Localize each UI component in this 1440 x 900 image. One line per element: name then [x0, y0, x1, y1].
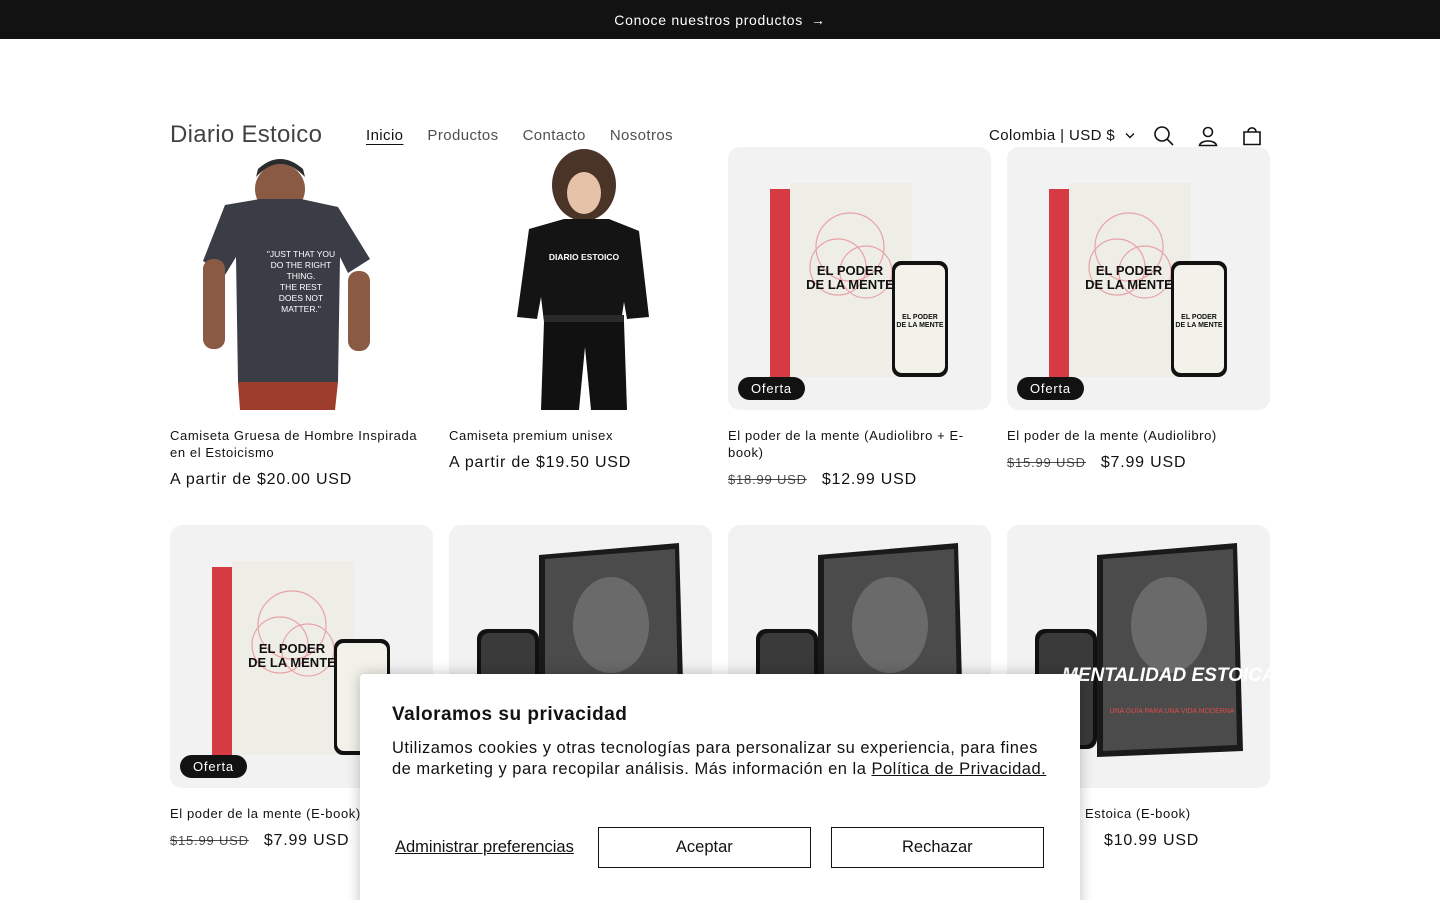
sale-price: $10.99 USD	[1104, 832, 1200, 849]
book-red-image: EL PODER DE LA MENTE EL PODER DE LA MENT…	[1049, 183, 1227, 377]
product-title[interactable]: El poder de la mente (Audiolibro)	[1007, 427, 1270, 444]
nav-link-nosotros[interactable]: Nosotros	[598, 127, 685, 145]
product-card[interactable]: DIARIO ESTOICO Camiseta premium unisex A…	[449, 147, 712, 472]
product-price: $15.99 USD $7.99 USD	[1007, 454, 1270, 472]
svg-text:DOES NOT: DOES NOT	[279, 293, 323, 303]
man-tshirt-image: "JUST THAT YOU DO THE RIGHT THING. THE R…	[203, 159, 370, 410]
svg-text:MATTER.": MATTER."	[281, 304, 321, 314]
site-header: Diario Estoico Inicio Productos Contacto…	[0, 39, 1440, 149]
sale-price: $12.99 USD	[821, 471, 917, 488]
manage-preferences-button[interactable]: Administrar preferencias	[392, 838, 577, 857]
svg-text:EL PODER: EL PODER	[817, 263, 884, 278]
product-image[interactable]: EL PODER DE LA MENTE EL PODER DE LA MENT…	[1007, 147, 1270, 410]
privacy-policy-link[interactable]: Política de Privacidad.	[871, 760, 1046, 778]
book-dark-title: MENTALIDAD ESTOICA:	[1062, 665, 1270, 686]
sale-price: $7.99 USD	[263, 832, 350, 849]
product-card[interactable]: EL PODER DE LA MENTE EL PODER DE LA MENT…	[1007, 147, 1270, 472]
product-title[interactable]: El poder de la mente (Audiolibro + E-boo…	[728, 427, 991, 461]
compare-at-price: $15.99 USD	[1007, 455, 1086, 470]
svg-text:"JUST THAT YOU: "JUST THAT YOU	[267, 249, 335, 259]
arrow-right-icon: →	[811, 11, 826, 28]
product-price: $18.99 USD $12.99 USD	[728, 471, 991, 489]
user-icon	[1198, 126, 1218, 147]
svg-text:THING.: THING.	[287, 271, 316, 281]
nav-link-productos[interactable]: Productos	[415, 127, 510, 145]
accept-button[interactable]: Aceptar	[597, 827, 811, 868]
product-title[interactable]: Camiseta premium unisex	[449, 427, 712, 444]
compare-at-price: $18.99 USD	[728, 472, 807, 487]
chevron-down-icon	[1125, 133, 1135, 139]
svg-text:DE LA MENTE: DE LA MENTE	[806, 277, 894, 292]
woman-tshirt-image: DIARIO ESTOICO	[517, 149, 649, 410]
cart-button[interactable]	[1239, 123, 1265, 149]
nav-link-contacto[interactable]: Contacto	[511, 127, 598, 145]
product-price: A partir de $20.00 USD	[170, 471, 433, 489]
regular-price: A partir de $20.00 USD	[170, 471, 353, 488]
announcement-text[interactable]: Conoce nuestros productos	[614, 12, 803, 28]
account-login-button[interactable]	[1195, 123, 1221, 149]
svg-text:EL PODER: EL PODER	[259, 641, 326, 656]
shopping-bag-icon	[1243, 127, 1261, 146]
nav-link-inicio[interactable]: Inicio	[354, 127, 415, 145]
svg-text:DE LA MENTE: DE LA MENTE	[248, 655, 336, 670]
svg-text:DO THE RIGHT: DO THE RIGHT	[271, 260, 332, 270]
product-price: A partir de $19.50 USD	[449, 454, 712, 472]
svg-text:EL PODER: EL PODER	[1181, 314, 1217, 321]
reject-button[interactable]: Rechazar	[830, 827, 1044, 868]
svg-text:THE REST: THE REST	[280, 282, 322, 292]
product-image[interactable]: EL PODER DE LA MENTE EL PODER DE LA MENT…	[728, 147, 991, 410]
svg-text:DE LA MENTE: DE LA MENTE	[896, 322, 944, 329]
regular-price: A partir de $19.50 USD	[449, 454, 632, 471]
cookie-consent-banner: Valoramos su privacidad Utilizamos cooki…	[360, 674, 1080, 900]
site-logo[interactable]: Diario Estoico	[170, 121, 322, 149]
svg-text:DIARIO ESTOICO: DIARIO ESTOICO	[549, 252, 620, 262]
svg-text:DE LA MENTE: DE LA MENTE	[1175, 322, 1223, 329]
cookie-actions: Administrar preferencias Aceptar Rechaza…	[392, 827, 1044, 868]
sale-price: $7.99 USD	[1100, 454, 1187, 471]
book-red-image: EL PODER DE LA MENTE EL PODER DE LA MENT…	[748, 183, 948, 387]
search-button[interactable]	[1151, 123, 1177, 149]
main-nav: Inicio Productos Contacto Nosotros	[354, 127, 685, 145]
product-title[interactable]: Camiseta Gruesa de Hombre Inspirada en e…	[170, 427, 433, 461]
book-dark-subtitle: UNA GUÍA PARA UNA VIDA MODERNA	[1109, 706, 1234, 715]
product-image[interactable]: "JUST THAT YOU DO THE RIGHT THING. THE R…	[170, 147, 433, 410]
country-currency-selector[interactable]: Colombia | USD $	[989, 127, 1135, 144]
product-image[interactable]: DIARIO ESTOICO	[449, 147, 712, 410]
sale-badge: Oferta	[180, 755, 247, 778]
country-currency-label: Colombia | USD $	[989, 127, 1116, 144]
svg-text:DE LA MENTE: DE LA MENTE	[1085, 277, 1173, 292]
product-card[interactable]: EL PODER DE LA MENTE EL PODER DE LA MENT…	[728, 147, 991, 489]
compare-at-price: $15.99 USD	[170, 833, 249, 848]
svg-text:EL PODER: EL PODER	[902, 314, 938, 321]
product-card[interactable]: "JUST THAT YOU DO THE RIGHT THING. THE R…	[170, 147, 433, 489]
sale-badge: Oferta	[1017, 377, 1084, 400]
announcement-bar[interactable]: Conoce nuestros productos →	[0, 0, 1440, 39]
cookie-title: Valoramos su privacidad	[392, 704, 628, 725]
svg-text:EL PODER: EL PODER	[1096, 263, 1163, 278]
search-icon	[1154, 126, 1174, 146]
sale-badge: Oferta	[738, 377, 805, 400]
cookie-description: Utilizamos cookies y otras tecnologías p…	[392, 738, 1048, 780]
